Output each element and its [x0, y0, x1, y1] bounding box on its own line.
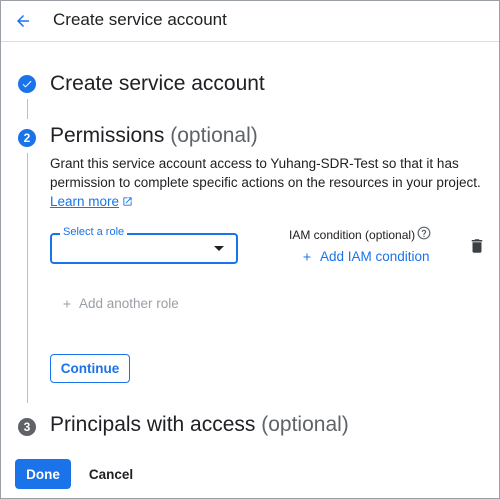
step-rail [27, 153, 28, 403]
check-icon [22, 80, 32, 88]
add-another-role-label: Add another role [79, 296, 179, 311]
step-2-title-text: Permissions [50, 124, 165, 147]
dialog-frame: Create service account Create service ac… [0, 0, 500, 499]
step-2-number: 2 [18, 129, 36, 147]
step-2-optional: (optional) [170, 124, 258, 147]
back-button[interactable] [9, 7, 37, 35]
add-iam-condition-button[interactable]: Add IAM condition [301, 249, 430, 264]
step-1-complete [18, 75, 36, 93]
done-button[interactable]: Done [15, 459, 71, 489]
dropdown-caret-icon [214, 246, 224, 251]
step-3-title-text: Principals with access [50, 413, 256, 436]
permissions-description: Grant this service account access to Yuh… [50, 156, 481, 190]
step-connector [27, 99, 28, 119]
add-another-role-button[interactable]: Add another role [61, 296, 179, 311]
arrow-back-icon [17, 15, 29, 27]
continue-button[interactable]: Continue [50, 354, 130, 383]
role-select-label: Select a role [60, 226, 128, 238]
step-3-number: 3 [18, 418, 36, 436]
delete-icon[interactable] [468, 237, 486, 255]
step-1-title: Create service account [50, 72, 265, 95]
open-in-new-icon [123, 197, 132, 206]
step-3-title: Principals with access (optional) [50, 413, 349, 437]
step-2-title: Permissions (optional) [50, 124, 258, 148]
page-title: Create service account [53, 10, 227, 29]
add-iam-condition-label: Add IAM condition [320, 249, 430, 264]
top-bar: Create service account [1, 1, 499, 42]
iam-condition-label: IAM condition (optional) [289, 228, 416, 242]
step-3-optional: (optional) [261, 413, 349, 436]
help-icon[interactable] [417, 226, 431, 240]
plus-icon [63, 300, 71, 307]
learn-more-label: Learn more [50, 194, 120, 209]
cancel-button[interactable]: Cancel [81, 459, 141, 489]
role-select[interactable]: Select a role [50, 226, 238, 264]
learn-more-link[interactable]: Learn more [50, 194, 133, 209]
plus-icon [303, 253, 311, 260]
